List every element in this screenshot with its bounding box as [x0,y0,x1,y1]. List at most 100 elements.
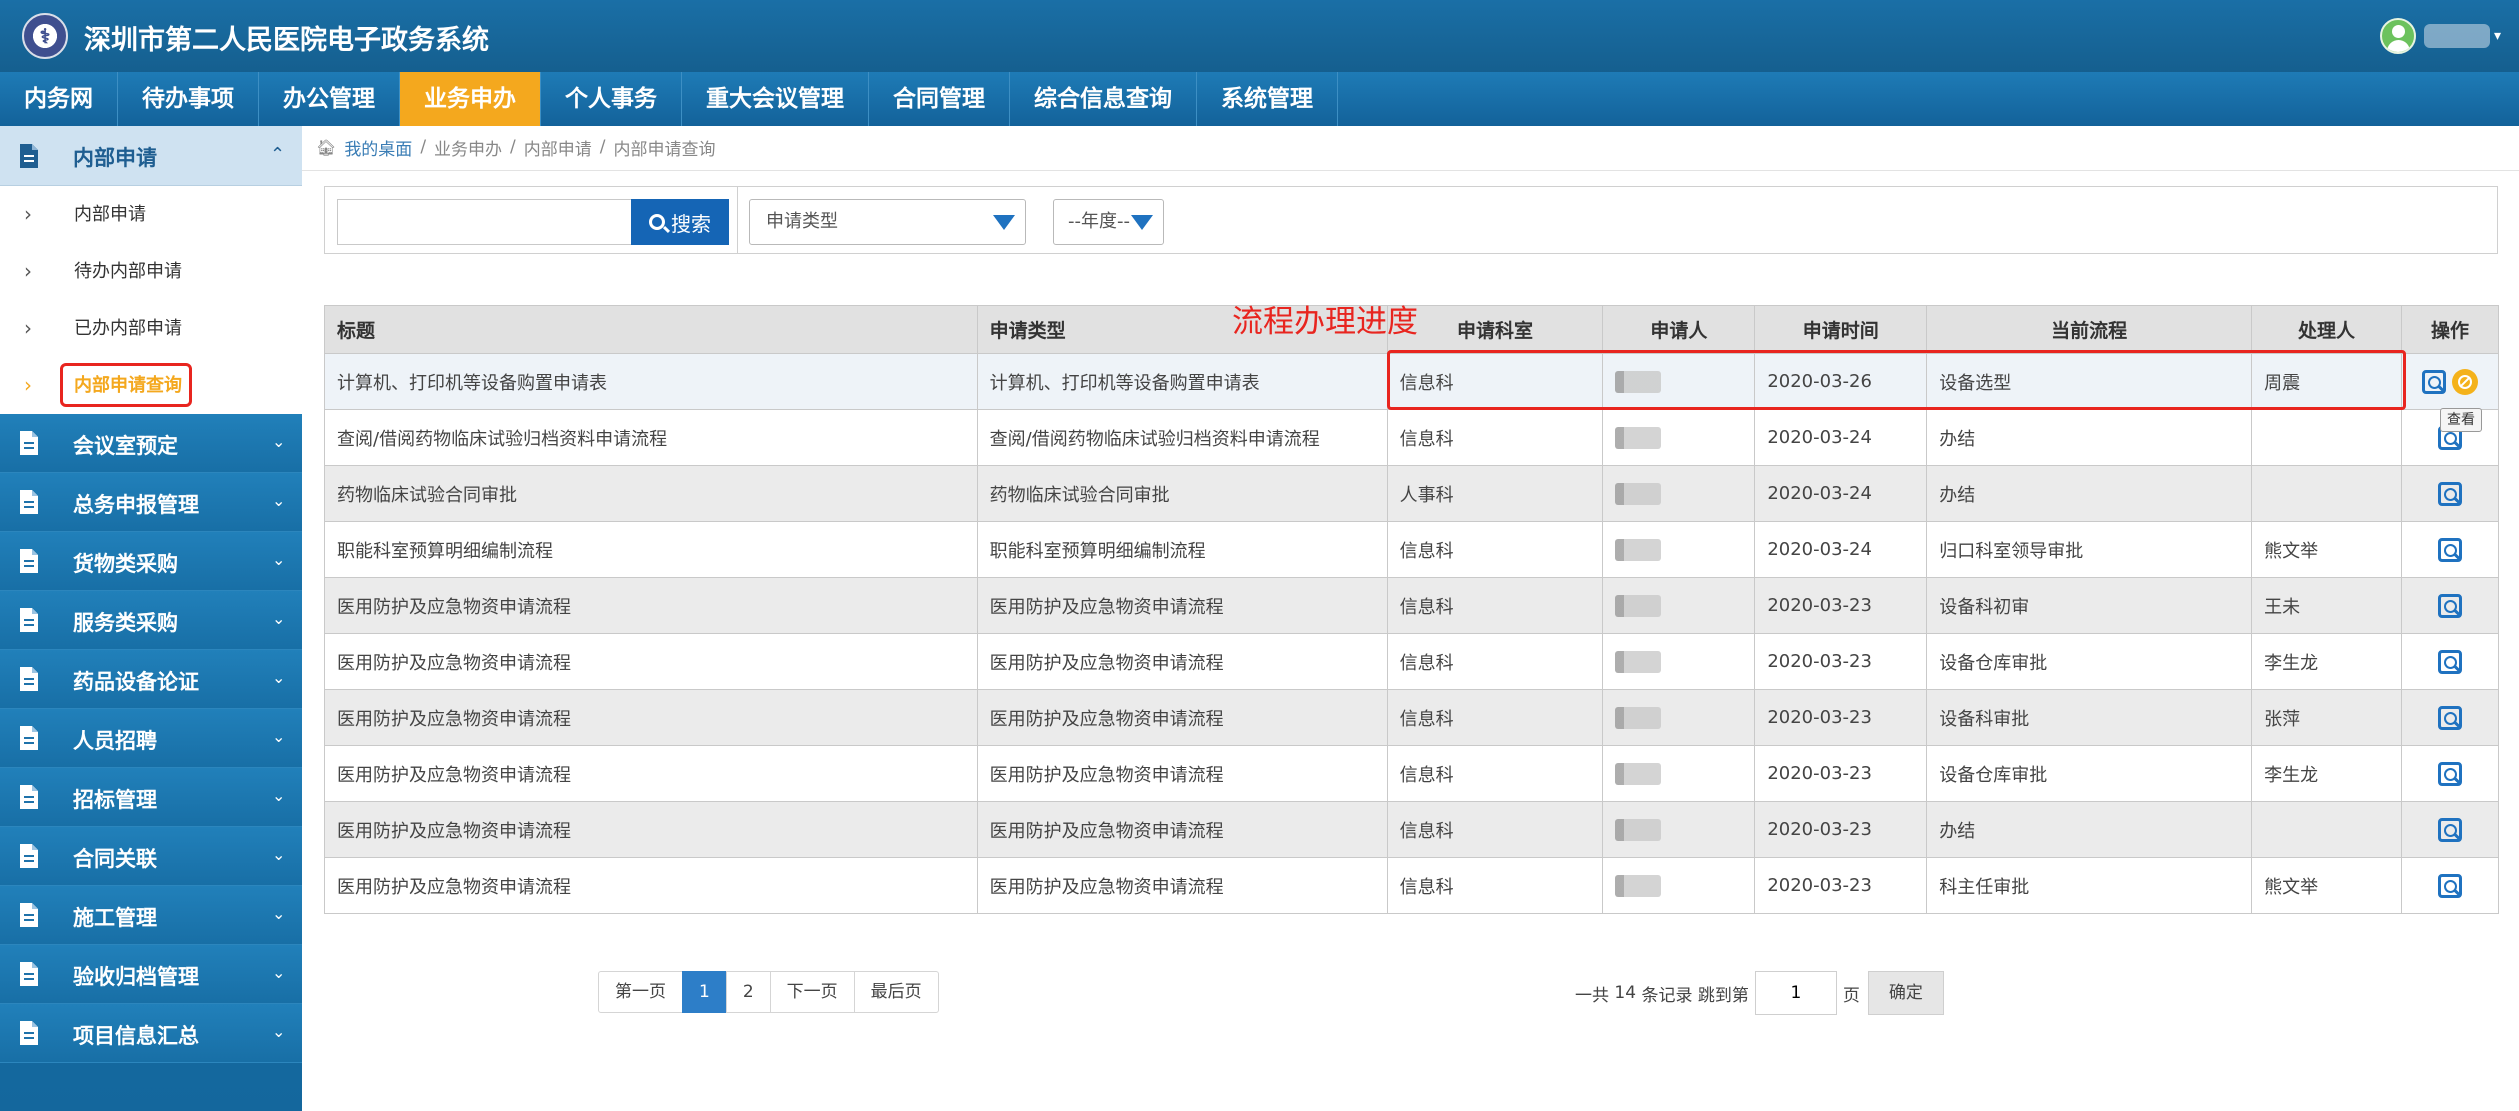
view-icon[interactable] [2437,873,2462,898]
view-icon[interactable] [2437,593,2462,618]
confirm-button[interactable]: 确定 [1867,971,1944,1015]
sidebar-group[interactable]: 招标管理 ⌄ [0,768,302,827]
app-title: 深圳市第二人民医院电子政务系统 [84,25,489,56]
sidebar-sub-item[interactable]: › 内部申请 [0,186,302,243]
cell-title: 职能科室预算明细编制流程 [324,521,978,578]
view-icon[interactable] [2437,705,2462,730]
nav-item[interactable]: 合同管理 [869,72,1010,126]
first-page-button[interactable]: 第一页 [598,971,683,1013]
sidebar-group[interactable]: 验收归档管理 ⌄ [0,945,302,1004]
view-icon[interactable] [2437,649,2462,674]
view-icon[interactable] [2421,369,2446,394]
caret-down-icon[interactable]: ▾ [2494,28,2501,44]
applicant-name-blurred [1615,874,1662,897]
main-nav: 内务网 待办事项 办公管理 业务申办 个人事务 重大会议管理 合同管理 综合信息查询 系统管理 [0,72,2519,126]
search-icon [649,214,665,230]
jump-page-input[interactable] [1754,971,1837,1015]
cell-date: 2020-03-24 [1754,465,1928,522]
sidebar-group-open[interactable]: 内部申请 ⌃ [0,126,302,186]
view-icon[interactable] [2437,817,2462,842]
sidebar-sub-list: › 内部申请 › 待办内部申请 › 已办内部申请 › 内部申请查询 [0,186,302,414]
document-icon [18,784,40,810]
view-icon[interactable] [2437,481,2462,506]
sidebar-sub-item[interactable]: › 已办内部申请 [0,300,302,357]
cell-dept: 信息科 [1386,353,1604,410]
table-body: 计算机、打印机等设备购置申请表 计算机、打印机等设备购置申请表 信息科 2020-03… [324,353,2500,914]
document-icon [18,1020,40,1046]
cell-actions [2400,465,2500,522]
sidebar-group[interactable]: 药品设备论证 ⌄ [0,650,302,709]
page-number-button[interactable]: 2 [725,971,771,1013]
hospital-logo: ⚕ [22,13,68,59]
sidebar-sub-item[interactable]: › 内部申请查询 [0,357,302,414]
table-row[interactable]: 查阅/借阅药物临床试验归档资料申请流程 查阅/借阅药物临床试验归档资料申请流程 信息… [324,409,2500,466]
nav-item[interactable]: 内务网 [0,72,118,126]
nav-item[interactable]: 重大会议管理 [682,72,869,126]
search-button[interactable]: 搜索 [631,199,729,245]
year-select[interactable]: --年度-- [1053,199,1164,245]
cell-dept: 信息科 [1386,801,1604,858]
cell-handler [2251,409,2402,466]
table-row[interactable]: 医用防护及应急物资申请流程 医用防护及应急物资申请流程 信息科 2020-03-23 科… [324,857,2500,914]
next-page-button[interactable]: 下一页 [769,971,855,1013]
table-row[interactable]: 医用防护及应急物资申请流程 医用防护及应急物资申请流程 信息科 2020-03-23 设… [324,633,2500,690]
chevron-down-icon: ⌄ [272,432,286,451]
sidebar-group[interactable]: 施工管理 ⌄ [0,886,302,945]
logo-glyph: ⚕ [39,24,51,48]
user-avatar-icon[interactable] [2380,18,2416,54]
cell-handler: 李生龙 [2251,745,2402,802]
nav-item[interactable]: 个人事务 [541,72,682,126]
nav-item[interactable]: 待办事项 [118,72,259,126]
sidebar-group-label: 服务类采购 [73,611,178,635]
application-type-select[interactable]: 申请类型 [749,199,1026,245]
sidebar-sub-item-label: 已办内部申请 [74,318,182,339]
table-row[interactable]: 医用防护及应急物资申请流程 医用防护及应急物资申请流程 信息科 2020-03-23 办… [324,801,2500,858]
cell-dept: 信息科 [1386,521,1604,578]
nav-item[interactable]: 业务申办 [400,72,541,126]
page-unit: 页 [1842,985,1860,1006]
table-header-cell: 当前流程 [1926,305,2253,354]
sidebar-group-label: 施工管理 [73,906,157,930]
sidebar-group[interactable]: 项目信息汇总 ⌄ [0,1004,302,1063]
last-page-button[interactable]: 最后页 [853,971,939,1013]
chevron-down-icon: ⌄ [272,1022,286,1041]
chevron-down-icon: ⌄ [272,963,286,982]
breadcrumb-item: 内部申请查询 [613,139,716,160]
nav-item[interactable]: 系统管理 [1197,72,1338,126]
total-suffix: 条记录 跳到第 [1641,985,1749,1006]
table-row[interactable]: 医用防护及应急物资申请流程 医用防护及应急物资申请流程 信息科 2020-03-23 设… [324,745,2500,802]
breadcrumb-home[interactable]: 我的桌面 [344,135,412,160]
breadcrumb-separator: / [599,137,606,157]
cell-title: 医用防护及应急物资申请流程 [324,577,978,634]
table-row[interactable]: 医用防护及应急物资申请流程 医用防护及应急物资申请流程 信息科 2020-03-23 设… [324,689,2500,746]
search-input[interactable] [337,199,631,245]
triangle-down-icon [1131,215,1153,230]
sidebar-sub-item[interactable]: › 待办内部申请 [0,243,302,300]
sidebar-group[interactable]: 服务类采购 ⌄ [0,591,302,650]
cell-type: 医用防护及应急物资申请流程 [976,857,1388,914]
cell-applicant [1602,409,1756,466]
terminate-icon[interactable] [2451,368,2478,395]
table-row[interactable]: 职能科室预算明细编制流程 职能科室预算明细编制流程 信息科 2020-03-24 归口科… [324,521,2500,578]
view-icon[interactable] [2437,537,2462,562]
nav-item[interactable]: 办公管理 [259,72,400,126]
applicant-name-blurred [1615,482,1662,505]
nav-item[interactable]: 综合信息查询 [1010,72,1197,126]
sidebar-group[interactable]: 货物类采购 ⌄ [0,532,302,591]
sidebar-group[interactable]: 人员招聘 ⌄ [0,709,302,768]
applicant-name-blurred [1615,538,1662,561]
page-number-button[interactable]: 1 [682,971,727,1013]
table-row[interactable]: 药物临床试验合同审批 药物临床试验合同审批 人事科 2020-03-24 办结 [324,465,2500,522]
sidebar-group[interactable]: 会议室预定 ⌄ [0,414,302,473]
cell-flow: 归口科室领导审批 [1926,521,2253,578]
table-row[interactable]: 医用防护及应急物资申请流程 医用防护及应急物资申请流程 信息科 2020-03-23 设… [324,577,2500,634]
sidebar-group-label: 内部申请 [73,146,157,170]
view-icon[interactable] [2437,761,2462,786]
user-name-blurred[interactable] [2424,24,2490,48]
cell-date: 2020-03-23 [1754,745,1928,802]
sidebar-group[interactable]: 总务申报管理 ⌄ [0,473,302,532]
sidebar-group[interactable]: 合同关联 ⌄ [0,827,302,886]
chevron-down-icon: ⌄ [272,845,286,864]
table-row[interactable]: 计算机、打印机等设备购置申请表 计算机、打印机等设备购置申请表 信息科 2020-03… [324,353,2500,410]
cell-flow: 设备仓库审批 [1926,633,2253,690]
